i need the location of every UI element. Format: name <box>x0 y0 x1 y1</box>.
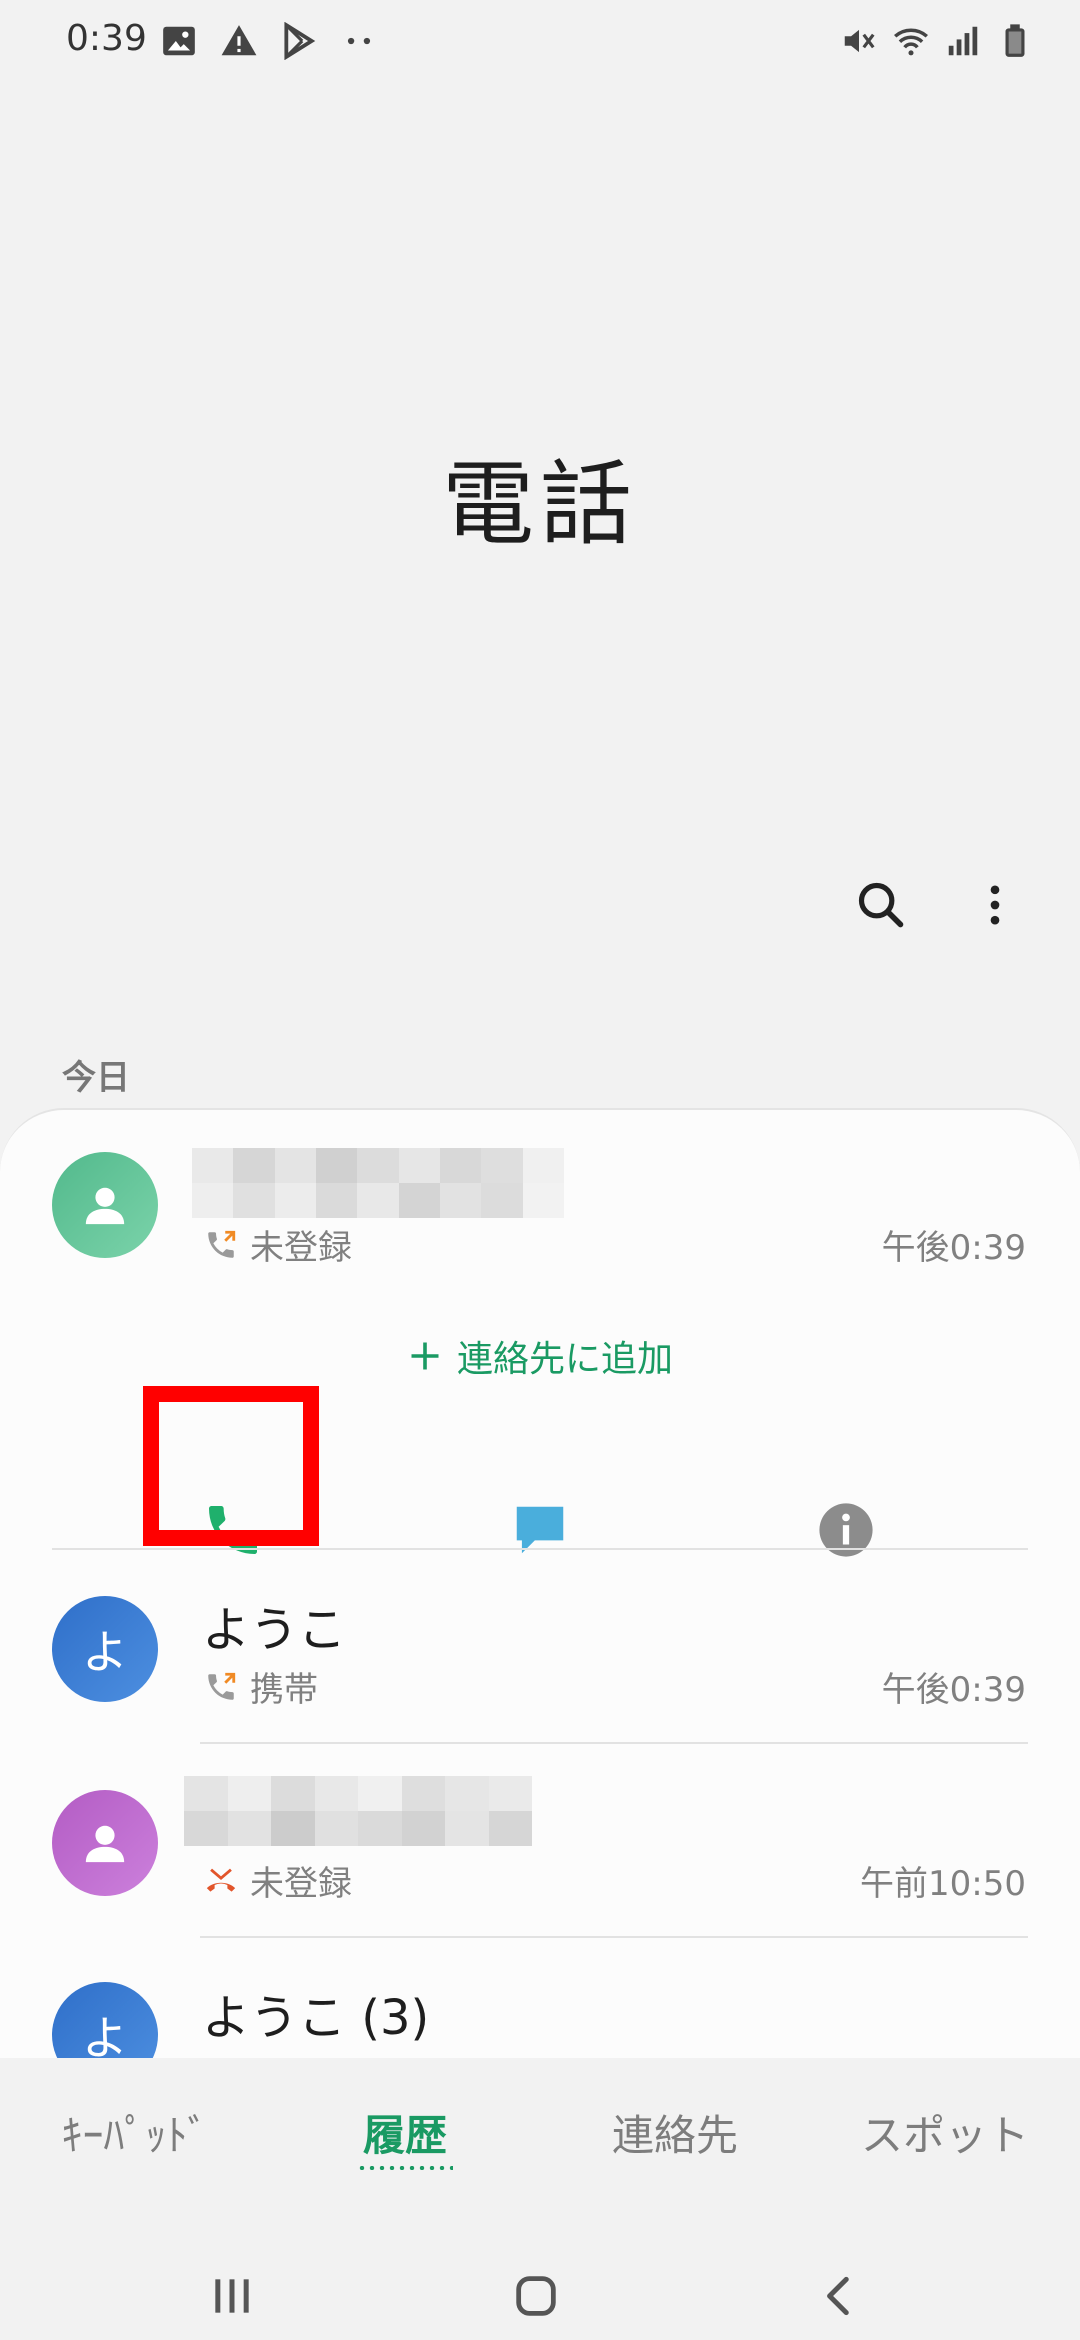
call-time: 午後0:39 <box>881 1670 1026 1710</box>
tab-label: 履歴 <box>362 2111 447 2160</box>
call-type-label: 携帯 <box>250 1670 318 1710</box>
page-title: 電話 <box>441 451 638 558</box>
home-icon <box>516 2276 556 2316</box>
warning-icon <box>221 25 257 56</box>
divider <box>200 1936 1028 1938</box>
search-button[interactable] <box>846 870 916 940</box>
more-options-button[interactable] <box>960 870 1030 940</box>
outgoing-call-icon <box>208 1672 236 1700</box>
tab-recents[interactable]: 履歴 <box>270 2090 540 2190</box>
message-icon <box>516 1506 564 1554</box>
call-time: 午前10:50 <box>860 1864 1026 1904</box>
wifi-icon <box>894 28 928 56</box>
tab-places[interactable]: スポット <box>810 2090 1080 2190</box>
mute-vibrate-icon <box>844 29 875 53</box>
missed-call-icon <box>206 1868 236 1892</box>
image-icon <box>163 26 195 56</box>
play-store-icon <box>284 22 316 60</box>
status-bar: 0:39 <box>0 0 1080 84</box>
call-time: 午後0:39 <box>881 1228 1026 1268</box>
more-dots-icon <box>347 37 371 45</box>
back-button[interactable] <box>800 2256 880 2336</box>
system-navigation-bar <box>0 2236 1080 2340</box>
call-info: 未登録 <box>204 1220 352 1269</box>
tab-keypad[interactable]: ｷｰﾊﾟｯﾄﾞ <box>0 2090 270 2190</box>
contact-name: ようこ <box>202 1602 347 1658</box>
person-icon <box>85 1825 125 1863</box>
section-header-today: 今日 <box>62 1058 130 1098</box>
divider <box>200 1742 1028 1744</box>
search-icon <box>858 882 904 928</box>
avatar[interactable] <box>52 1152 158 1258</box>
avatar[interactable]: よ <box>52 1596 158 1702</box>
bottom-tab-bar: ｷｰﾊﾟｯﾄﾞ 履歴 連絡先 スポット <box>0 2090 1080 2190</box>
status-time: 0:39 <box>66 18 147 59</box>
call-type-label: 未登録 <box>250 1864 352 1904</box>
divider <box>52 1548 1028 1550</box>
recent-apps-button[interactable] <box>192 2256 272 2336</box>
tab-label: 連絡先 <box>611 2111 738 2160</box>
contact-name: ようこ (3) <box>202 1990 430 2046</box>
more-vertical-icon <box>990 885 1000 925</box>
home-button[interactable] <box>496 2256 576 2336</box>
tab-label: スポット <box>860 2111 1029 2160</box>
add-contact-label: 連絡先に追加 <box>456 1339 673 1380</box>
details-button[interactable] <box>776 1470 916 1590</box>
redacted-name <box>184 1776 532 1846</box>
system-icons <box>840 22 1034 60</box>
signal-icon <box>948 26 978 56</box>
avatar[interactable] <box>52 1790 158 1896</box>
info-icon <box>819 1503 873 1557</box>
call-log-list[interactable]: 未登録 午後0:39 連絡先に追加 よ ようこ 携帯 午後0:39 未登録 午前… <box>0 1108 1080 2058</box>
avatar-letter: よ <box>82 2011 128 2058</box>
redacted-name <box>192 1148 564 1218</box>
person-icon <box>85 1187 125 1225</box>
call-type-label: 携帯 <box>204 2048 272 2058</box>
back-icon <box>827 2276 849 2316</box>
call-type-label: 未登録 <box>250 1228 352 1268</box>
call-time: 午前10:49 <box>860 2048 1026 2058</box>
outgoing-call-icon <box>208 1230 236 1258</box>
call-info: 未登録 <box>204 1856 352 1905</box>
message-button[interactable] <box>470 1470 610 1590</box>
tab-label: ｷｰﾊﾟｯﾄﾞ <box>61 2111 209 2160</box>
recent-apps-icon <box>215 2279 249 2313</box>
highlight-box <box>143 1386 319 1546</box>
avatar[interactable]: よ <box>52 1982 158 2058</box>
call-info: 携帯 <box>204 2048 272 2058</box>
plus-icon <box>411 1342 439 1370</box>
battery-icon <box>1005 24 1025 57</box>
tab-contacts[interactable]: 連絡先 <box>540 2090 810 2190</box>
active-tab-indicator <box>357 2166 453 2170</box>
add-contact-button[interactable]: 連絡先に追加 <box>0 1330 1080 1382</box>
notification-icons <box>160 22 378 60</box>
avatar-letter: よ <box>82 1625 128 1679</box>
call-info: 携帯 <box>204 1662 318 1711</box>
